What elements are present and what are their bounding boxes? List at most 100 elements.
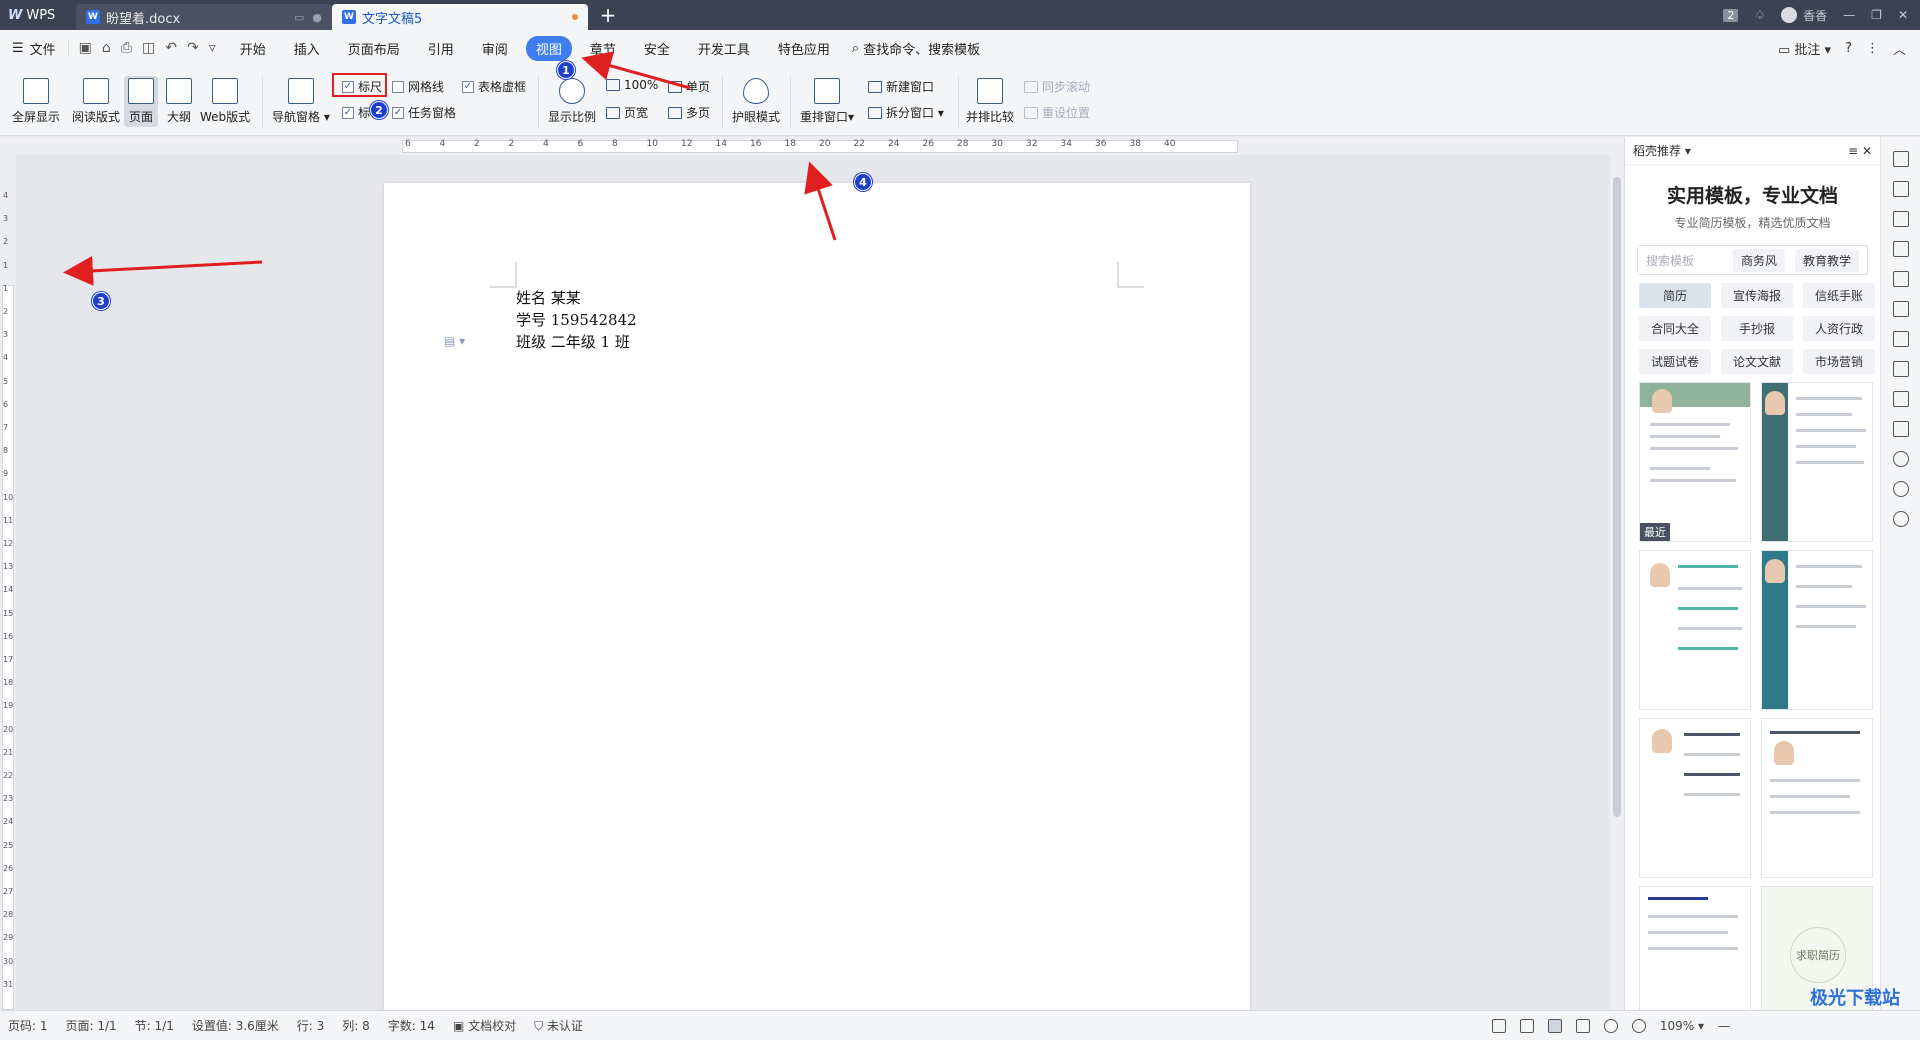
eye-mode-icon[interactable] bbox=[1631, 1018, 1646, 1033]
table-gridlines-checkbox[interactable]: ✓ 表格虚框 bbox=[462, 78, 526, 95]
side-by-side-button[interactable]: 并排比较 bbox=[966, 78, 1014, 125]
horizontal-ruler[interactable]: 6 4 2 2 4 6 8 10 12 14 16 18 20 22 24 26 28 30 32 34 36 38 40 bbox=[0, 137, 1610, 155]
print-icon[interactable]: ⎙ bbox=[121, 40, 132, 56]
nav-pane-button[interactable]: 导航窗格 ▾ bbox=[272, 78, 330, 125]
restore-icon[interactable]: ❐ bbox=[1871, 8, 1882, 22]
menu-developer[interactable]: 开发工具 bbox=[688, 36, 760, 61]
file-menu[interactable]: ☰ 文件 bbox=[12, 39, 68, 58]
single-page-button[interactable]: 单页 bbox=[668, 78, 710, 95]
backup-icon[interactable] bbox=[1892, 481, 1909, 497]
template-card[interactable] bbox=[1639, 718, 1751, 878]
multi-page-button[interactable]: 多页 bbox=[668, 104, 710, 121]
image-icon[interactable] bbox=[1892, 421, 1909, 437]
edit-icon[interactable] bbox=[1892, 151, 1909, 167]
tab-document-1[interactable]: W 盼望着.docx ▭ ● bbox=[76, 4, 332, 30]
panel-header[interactable]: 稻壳推荐 ▾ bbox=[1633, 142, 1691, 159]
print-preview-icon[interactable]: ◫ bbox=[142, 40, 155, 56]
menu-icon[interactable]: ≡ bbox=[1848, 144, 1858, 158]
category-thesis[interactable]: 论文文献 bbox=[1721, 349, 1793, 374]
zoom-button[interactable]: 显示比例 bbox=[548, 78, 596, 125]
menu-chapter[interactable]: 章节 bbox=[580, 36, 626, 61]
zoom-out-icon[interactable]: — bbox=[1718, 1019, 1730, 1033]
menu-view[interactable]: 视图 bbox=[525, 35, 572, 61]
redo-icon[interactable]: ↷ bbox=[187, 40, 199, 56]
template-card[interactable] bbox=[1639, 550, 1751, 710]
wps-home-tab[interactable]: W WPS bbox=[0, 0, 76, 30]
template-search-input[interactable]: 搜索模板 bbox=[1646, 252, 1723, 269]
sync-scroll-button[interactable]: 同步滚动 bbox=[1024, 78, 1090, 95]
vertical-scrollbar[interactable] bbox=[1610, 137, 1624, 1010]
zoom-level[interactable]: 109% ▾ bbox=[1660, 1019, 1704, 1033]
doc-line-name[interactable]: 姓名 某某 bbox=[516, 287, 581, 308]
task-pane-checkbox[interactable]: ✓ 任务窗格 bbox=[392, 104, 456, 121]
more-icon[interactable]: ⋮ bbox=[1866, 41, 1879, 56]
scrollbar-thumb[interactable] bbox=[1613, 177, 1621, 817]
outline-button[interactable]: 大纲 bbox=[166, 78, 192, 125]
mark-checkbox[interactable]: ✓ 标 bbox=[342, 104, 370, 121]
category-handbill[interactable]: 手抄报 bbox=[1721, 316, 1793, 341]
category-contract[interactable]: 合同大全 bbox=[1639, 316, 1711, 341]
monitor-icon[interactable]: ▭ bbox=[294, 11, 304, 24]
chip-business[interactable]: 商务风 bbox=[1732, 248, 1785, 272]
reset-position-button[interactable]: 重设位置 bbox=[1024, 104, 1090, 121]
template-icon[interactable] bbox=[1892, 451, 1909, 467]
menu-special[interactable]: 特色应用 bbox=[768, 36, 840, 61]
page-mode-icon[interactable] bbox=[1547, 1018, 1562, 1033]
customize-icon[interactable]: ▿ bbox=[209, 40, 216, 56]
box-icon[interactable] bbox=[1892, 391, 1909, 407]
web-layout-button[interactable]: Web版式 bbox=[200, 78, 250, 125]
arrange-windows-button[interactable]: 重排窗口▾ bbox=[800, 78, 854, 125]
category-marketing[interactable]: 市场营销 bbox=[1803, 349, 1875, 374]
menu-insert[interactable]: 插入 bbox=[284, 36, 330, 61]
proofread-button[interactable]: ▣ 文档校对 bbox=[453, 1017, 516, 1034]
skin-icon[interactable]: ♤ bbox=[1754, 8, 1765, 22]
outline-mode-icon[interactable] bbox=[1575, 1018, 1590, 1033]
template-search[interactable]: 搜索模板 商务风 教育教学 bbox=[1637, 245, 1868, 275]
tab-document-2[interactable]: W 文字文稿5 bbox=[332, 4, 588, 30]
menu-review[interactable]: 审阅 bbox=[472, 36, 518, 61]
category-hr[interactable]: 人资行政 bbox=[1803, 316, 1875, 341]
save-icon[interactable]: ▣ bbox=[79, 40, 92, 56]
zoom-100-button[interactable]: 100% bbox=[606, 78, 658, 92]
command-search[interactable]: ⌕ 查找命令、搜索模板 bbox=[852, 39, 980, 58]
comment-button[interactable]: ▭ 批注 ▾ bbox=[1778, 39, 1831, 58]
template-card[interactable] bbox=[1761, 718, 1873, 878]
help-icon[interactable] bbox=[1892, 511, 1909, 527]
menu-home[interactable]: 开始 bbox=[230, 36, 276, 61]
page-width-button[interactable]: 页宽 bbox=[606, 104, 648, 121]
new-tab-button[interactable]: + bbox=[588, 0, 628, 30]
category-resume[interactable]: 简历 bbox=[1639, 283, 1711, 308]
focus-mode-icon[interactable] bbox=[1491, 1018, 1506, 1033]
undo-icon[interactable]: ↶ bbox=[165, 40, 177, 56]
window-count-badge[interactable]: 2 bbox=[1723, 8, 1739, 22]
close-panel-icon[interactable]: ✕ bbox=[1862, 144, 1872, 158]
select-icon[interactable] bbox=[1892, 181, 1909, 197]
translate-icon[interactable] bbox=[1892, 331, 1909, 347]
status-words[interactable]: 字数: 14 bbox=[388, 1017, 435, 1034]
settings-icon[interactable] bbox=[1892, 301, 1909, 317]
chip-education[interactable]: 教育教学 bbox=[1794, 248, 1859, 272]
category-poster[interactable]: 宣传海报 bbox=[1721, 283, 1793, 308]
menu-security[interactable]: 安全 bbox=[634, 36, 680, 61]
format-painter-icon[interactable]: ⌂ bbox=[102, 40, 111, 56]
doc-line-id[interactable]: 学号 159542842 bbox=[516, 309, 637, 330]
shapes-icon[interactable] bbox=[1892, 211, 1909, 227]
gridlines-checkbox[interactable]: 网格线 bbox=[392, 78, 444, 95]
minimize-icon[interactable]: — bbox=[1843, 8, 1855, 22]
vertical-ruler[interactable]: 4 3 2 1 1 2 3 4 5 6 7 8 9 10 11 12 13 14 15 16 17 18 19 20 21 22 2… bbox=[0, 155, 16, 1010]
eye-mode-button[interactable]: 护眼模式 bbox=[732, 78, 780, 125]
new-window-button[interactable]: 新建窗口 bbox=[868, 78, 934, 95]
menu-page-layout[interactable]: 页面布局 bbox=[338, 36, 410, 61]
template-card[interactable]: 最近 bbox=[1639, 382, 1751, 542]
fullscreen-button[interactable]: 全屏显示 bbox=[12, 78, 60, 125]
split-window-button[interactable]: 拆分窗口 ▾ bbox=[868, 104, 944, 121]
certification-status[interactable]: ⛉ 未认证 bbox=[534, 1017, 583, 1034]
page-view-button[interactable]: 页面 bbox=[124, 76, 158, 127]
share-icon[interactable] bbox=[1892, 361, 1909, 377]
read-mode-icon[interactable] bbox=[1519, 1018, 1534, 1033]
close-icon[interactable]: ✕ bbox=[1898, 8, 1908, 22]
document-page[interactable] bbox=[384, 183, 1250, 1010]
category-exam[interactable]: 试题试卷 bbox=[1639, 349, 1711, 374]
style-icon[interactable] bbox=[1892, 241, 1909, 257]
collapse-ribbon-icon[interactable]: ︿ bbox=[1893, 39, 1906, 58]
